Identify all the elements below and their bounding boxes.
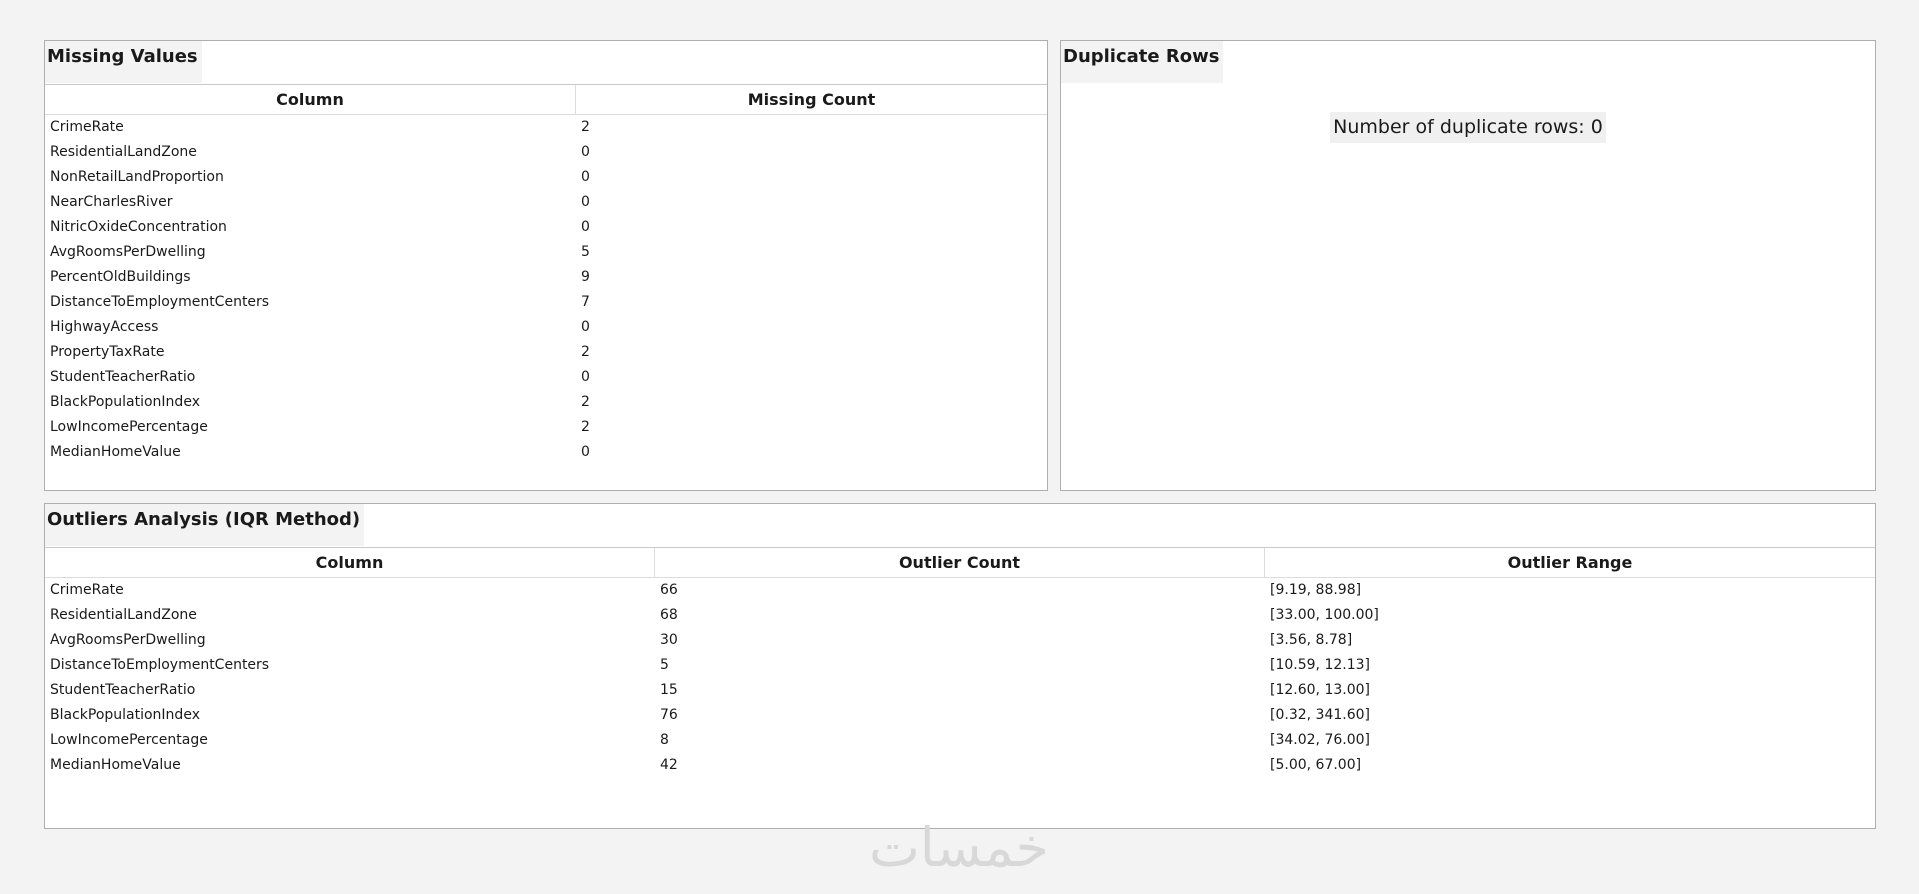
cell-outlier-count: 76 [660,707,678,723]
cell-column: AvgRoomsPerDwelling [50,244,206,260]
cell-outlier-range: [5.00, 67.00] [1270,757,1362,773]
cell-outlier-range: [0.32, 341.60] [1270,707,1370,723]
cell-missing-count: 5 [581,244,590,260]
cell-column: PropertyTaxRate [50,344,165,360]
duplicate-rows-panel: Duplicate Rows Number of duplicate rows:… [1060,40,1876,491]
duplicate-rows-count-text: Number of duplicate rows: 0 [1330,112,1606,143]
table-row[interactable]: NearCharlesRiver 0 [45,190,1047,215]
cell-outlier-count: 8 [660,732,669,748]
table-row[interactable]: DistanceToEmploymentCenters 7 [45,290,1047,315]
table-row[interactable]: BlackPopulationIndex 2 [45,390,1047,415]
table-row[interactable]: CrimeRate 66 [9.19, 88.98] [45,578,1875,603]
outlier-range-header[interactable]: Outlier Range [1265,548,1875,578]
missing-values-title: Missing Values [45,41,202,83]
cell-column: NearCharlesRiver [50,194,173,210]
table-row[interactable]: ResidentialLandZone 0 [45,140,1047,165]
cell-missing-count: 7 [581,294,590,310]
table-row[interactable]: ResidentialLandZone 68 [33.00, 100.00] [45,603,1875,628]
cell-column: BlackPopulationIndex [50,394,200,410]
cell-column: PercentOldBuildings [50,269,191,285]
table-row[interactable]: HighwayAccess 0 [45,315,1047,340]
table-row[interactable]: AvgRoomsPerDwelling 5 [45,240,1047,265]
cell-outlier-count: 66 [660,582,678,598]
watermark-logo: خمسات [868,816,1050,879]
table-row[interactable]: AvgRoomsPerDwelling 30 [3.56, 8.78] [45,628,1875,653]
table-row[interactable]: NitricOxideConcentration 0 [45,215,1047,240]
cell-column: StudentTeacherRatio [50,682,196,698]
table-row[interactable]: LowIncomePercentage 8 [34.02, 76.00] [45,728,1875,753]
outliers-table-header: Column Outlier Count Outlier Range [45,548,1875,578]
cell-outlier-count: 68 [660,607,678,623]
cell-column: StudentTeacherRatio [50,369,196,385]
cell-outlier-count: 15 [660,682,678,698]
cell-missing-count: 0 [581,169,590,185]
cell-outlier-count: 30 [660,632,678,648]
cell-outlier-range: [10.59, 12.13] [1270,657,1370,673]
cell-column: ResidentialLandZone [50,607,197,623]
cell-column: BlackPopulationIndex [50,707,200,723]
table-row[interactable]: CrimeRate 2 [45,115,1047,140]
missing-values-panel: Missing Values Column Missing Count Crim… [44,40,1048,491]
cell-outlier-count: 5 [660,657,669,673]
cell-column: NitricOxideConcentration [50,219,227,235]
missing-values-table[interactable]: Column Missing Count CrimeRate 2 Residenti… [45,84,1047,465]
cell-outlier-range: [33.00, 100.00] [1270,607,1379,623]
cell-missing-count: 2 [581,119,590,135]
cell-column: CrimeRate [50,582,124,598]
cell-outlier-range: [3.56, 8.78] [1270,632,1353,648]
table-row[interactable]: NonRetailLandProportion 0 [45,165,1047,190]
cell-missing-count: 0 [581,444,590,460]
table-row[interactable]: StudentTeacherRatio 0 [45,365,1047,390]
cell-column: MedianHomeValue [50,444,181,460]
missing-count-header[interactable]: Missing Count [576,85,1047,115]
outlier-count-header[interactable]: Outlier Count [655,548,1265,578]
cell-column: MedianHomeValue [50,757,181,773]
table-row[interactable]: StudentTeacherRatio 15 [12.60, 13.00] [45,678,1875,703]
table-row[interactable]: PercentOldBuildings 9 [45,265,1047,290]
cell-column: ResidentialLandZone [50,144,197,160]
cell-outlier-count: 42 [660,757,678,773]
cell-outlier-range: [9.19, 88.98] [1270,582,1362,598]
cell-missing-count: 0 [581,144,590,160]
cell-outlier-range: [34.02, 76.00] [1270,732,1370,748]
cell-missing-count: 0 [581,219,590,235]
table-row[interactable]: DistanceToEmploymentCenters 5 [10.59, 12.1… [45,653,1875,678]
cell-column: DistanceToEmploymentCenters [50,294,270,310]
cell-column: LowIncomePercentage [50,419,208,435]
outliers-table-body: CrimeRate 66 [9.19, 88.98] ResidentialLandZ… [45,578,1875,778]
table-row[interactable]: PropertyTaxRate 2 [45,340,1047,365]
outliers-panel: Outliers Analysis (IQR Method) Column Ou… [44,503,1876,829]
cell-missing-count: 0 [581,319,590,335]
table-row[interactable]: MedianHomeValue 42 [5.00, 67.00] [45,753,1875,778]
cell-missing-count: 2 [581,419,590,435]
cell-missing-count: 0 [581,369,590,385]
column-header[interactable]: Column [45,85,576,115]
table-row[interactable]: BlackPopulationIndex 76 [0.32, 341.60] [45,703,1875,728]
cell-missing-count: 0 [581,194,590,210]
missing-values-table-header: Column Missing Count [45,85,1047,115]
outliers-title: Outliers Analysis (IQR Method) [45,504,365,546]
cell-missing-count: 9 [581,269,590,285]
cell-column: CrimeRate [50,119,124,135]
cell-missing-count: 2 [581,394,590,410]
cell-outlier-range: [12.60, 13.00] [1270,682,1370,698]
table-row[interactable]: MedianHomeValue 0 [45,440,1047,465]
column-header[interactable]: Column [45,548,655,578]
cell-column: NonRetailLandProportion [50,169,224,185]
cell-missing-count: 2 [581,344,590,360]
cell-column: AvgRoomsPerDwelling [50,632,206,648]
duplicate-rows-label: Number of duplicate rows: 0 [1061,112,1875,143]
missing-values-table-body: CrimeRate 2 ResidentialLandZone 0 NonRetailL… [45,115,1047,465]
cell-column: LowIncomePercentage [50,732,208,748]
cell-column: HighwayAccess [50,319,159,335]
table-row[interactable]: LowIncomePercentage 2 [45,415,1047,440]
cell-column: DistanceToEmploymentCenters [50,657,270,673]
duplicate-rows-title: Duplicate Rows [1061,41,1224,83]
outliers-table[interactable]: Column Outlier Count Outlier Range Crime… [45,547,1875,778]
